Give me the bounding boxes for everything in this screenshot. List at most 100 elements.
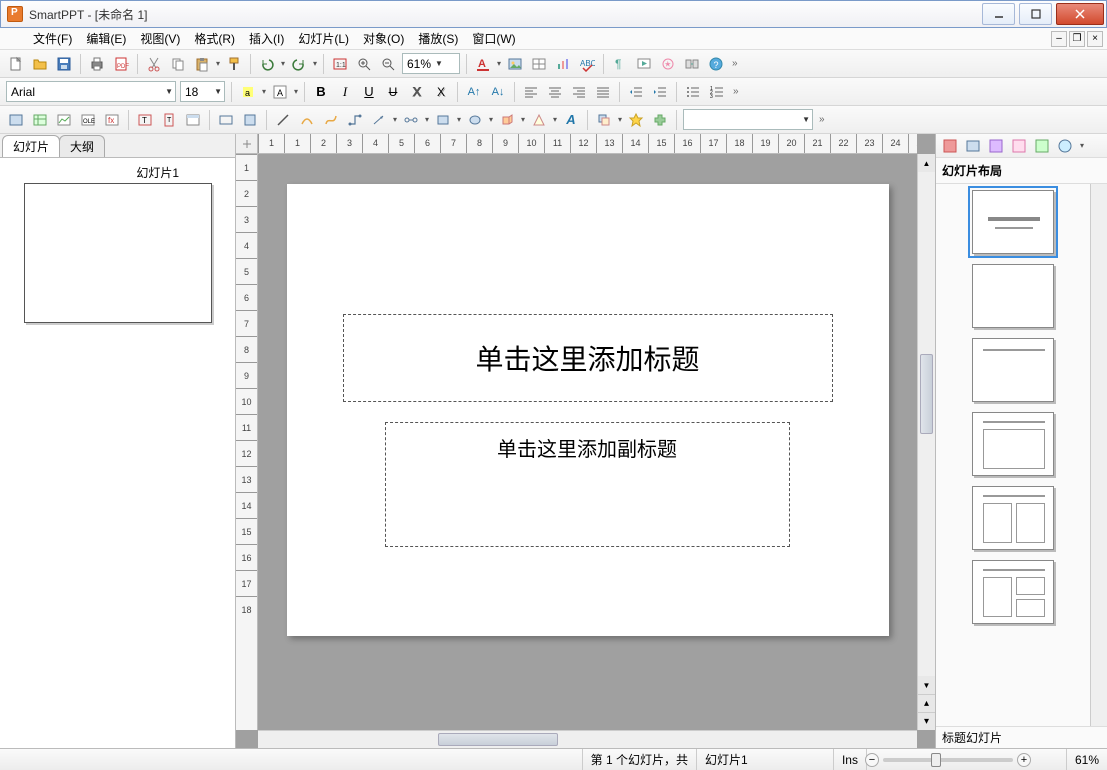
format-paint-button[interactable] [223, 53, 245, 75]
ellipse-dropdown[interactable]: ▾ [487, 115, 495, 124]
horizontal-ruler[interactable]: 1123456789101112131415161718192021222324… [258, 134, 917, 154]
paste-button[interactable] [191, 53, 213, 75]
master-icon[interactable] [964, 137, 982, 155]
scroll-up-button[interactable]: ▲ [918, 154, 935, 172]
layout-item-4[interactable] [972, 412, 1054, 476]
redo-button[interactable] [288, 53, 310, 75]
bold-button[interactable]: B [310, 81, 332, 103]
rect-tool-button[interactable] [432, 109, 454, 131]
menu-format[interactable]: 格式(R) [187, 28, 242, 49]
plugin-button[interactable] [649, 109, 671, 131]
basic-shapes-button[interactable] [528, 109, 550, 131]
vertical-scrollbar[interactable]: ▲ ▼ ▴ ▾ [917, 154, 935, 730]
tab-outline[interactable]: 大纲 [59, 135, 105, 157]
ruler-corner[interactable] [236, 134, 258, 154]
hscroll-thumb[interactable] [438, 733, 558, 746]
connector2-dropdown[interactable]: ▾ [423, 115, 431, 124]
insert-textbox-button[interactable] [215, 109, 237, 131]
insert-slide-button[interactable] [5, 109, 27, 131]
menu-view[interactable]: 视图(V) [133, 28, 187, 49]
char-bg-button[interactable]: A [269, 81, 291, 103]
thumbnail-1[interactable] [24, 183, 212, 323]
doc-restore-button[interactable]: ❐ [1069, 31, 1085, 47]
menu-play[interactable]: 播放(S) [411, 28, 465, 49]
arrange-button[interactable] [593, 109, 615, 131]
doc-minimize-button[interactable]: – [1051, 31, 1067, 47]
insert-header-button[interactable] [182, 109, 204, 131]
insert-spreadsheet-button[interactable] [29, 109, 51, 131]
undo-button[interactable] [256, 53, 278, 75]
shape-style-combo[interactable]: ▼ [683, 109, 813, 130]
3d-dropdown[interactable]: ▾ [519, 115, 527, 124]
font-name-combo[interactable]: Arial▼ [6, 81, 176, 102]
shadow-font-button[interactable]: X [430, 81, 452, 103]
star-button[interactable] [625, 109, 647, 131]
transition-button[interactable] [681, 53, 703, 75]
menu-slide[interactable]: 幻灯片(L) [291, 28, 356, 49]
layout-item-5[interactable] [972, 486, 1054, 550]
save-button[interactable] [53, 53, 75, 75]
italic-button[interactable]: I [334, 81, 356, 103]
undo-dropdown[interactable]: ▾ [279, 59, 287, 68]
print-button[interactable] [86, 53, 108, 75]
prev-slide-button[interactable]: ▴ [918, 694, 935, 712]
insert-image-button[interactable] [504, 53, 526, 75]
basic-shapes-dropdown[interactable]: ▾ [551, 115, 559, 124]
minimize-button[interactable] [982, 3, 1015, 25]
freeform-tool-button[interactable] [320, 109, 342, 131]
animation-panel-icon[interactable] [987, 137, 1005, 155]
slide-viewport[interactable]: 单击这里添加标题 单击这里添加副标题 [258, 154, 917, 730]
paragraph-marks-button[interactable]: ¶ [609, 53, 631, 75]
title-placeholder[interactable]: 单击这里添加标题 [343, 314, 833, 402]
menu-window[interactable]: 窗口(W) [465, 28, 522, 49]
3d-tool-button[interactable] [496, 109, 518, 131]
actual-size-button[interactable]: 1:1 [329, 53, 351, 75]
navigator-icon[interactable] [1056, 137, 1074, 155]
gallery-icon[interactable] [1033, 137, 1051, 155]
connector2-button[interactable] [400, 109, 422, 131]
connector-tool-button[interactable] [344, 109, 366, 131]
decrease-font-button[interactable]: A↓ [487, 81, 509, 103]
zoom-out-button[interactable] [377, 53, 399, 75]
scroll-down-button[interactable]: ▼ [918, 676, 935, 694]
cut-button[interactable] [143, 53, 165, 75]
layout-item-1[interactable] [972, 190, 1054, 254]
insert-vtext-frame-button[interactable]: T [158, 109, 180, 131]
new-button[interactable] [5, 53, 27, 75]
tab-slides[interactable]: 幻灯片 [2, 135, 60, 157]
layout-item-6[interactable] [972, 560, 1054, 624]
insert-chart2-button[interactable] [53, 109, 75, 131]
numbering-button[interactable]: 123 [706, 81, 728, 103]
zoom-in-button[interactable] [353, 53, 375, 75]
align-left-button[interactable] [520, 81, 542, 103]
insert-ole-button[interactable]: OLE [77, 109, 99, 131]
line-tool-button[interactable] [272, 109, 294, 131]
slideshow-button[interactable] [633, 53, 655, 75]
insert-text-frame-button[interactable]: T [134, 109, 156, 131]
menu-edit[interactable]: 编辑(E) [79, 28, 133, 49]
transition-panel-icon[interactable] [1010, 137, 1028, 155]
doc-close-button[interactable]: × [1087, 31, 1103, 47]
ellipse-tool-button[interactable] [464, 109, 486, 131]
increase-font-button[interactable]: A↑ [463, 81, 485, 103]
redo-dropdown[interactable]: ▾ [311, 59, 319, 68]
curve-tool-button[interactable] [296, 109, 318, 131]
help-button[interactable]: ? [705, 53, 727, 75]
font-color-dropdown[interactable]: ▾ [495, 59, 503, 68]
menu-insert[interactable]: 插入(I) [242, 28, 291, 49]
vertical-ruler[interactable]: 123456789101112131415161718 [236, 154, 258, 730]
vscroll-thumb[interactable] [920, 354, 933, 434]
insert-chart-button[interactable] [552, 53, 574, 75]
export-pdf-button[interactable]: PDF [110, 53, 132, 75]
align-right-button[interactable] [568, 81, 590, 103]
increase-indent-button[interactable] [649, 81, 671, 103]
toolbar-overflow[interactable]: » [732, 58, 736, 69]
layout-item-2[interactable] [972, 264, 1054, 328]
arrow-dropdown[interactable]: ▾ [391, 115, 399, 124]
copy-button[interactable] [167, 53, 189, 75]
layout-item-3[interactable] [972, 338, 1054, 402]
menu-object[interactable]: 对象(O) [356, 28, 411, 49]
strikethrough-button[interactable]: U [382, 81, 404, 103]
highlight-dropdown[interactable]: ▾ [260, 87, 268, 96]
fontwork-button[interactable]: A [560, 109, 582, 131]
